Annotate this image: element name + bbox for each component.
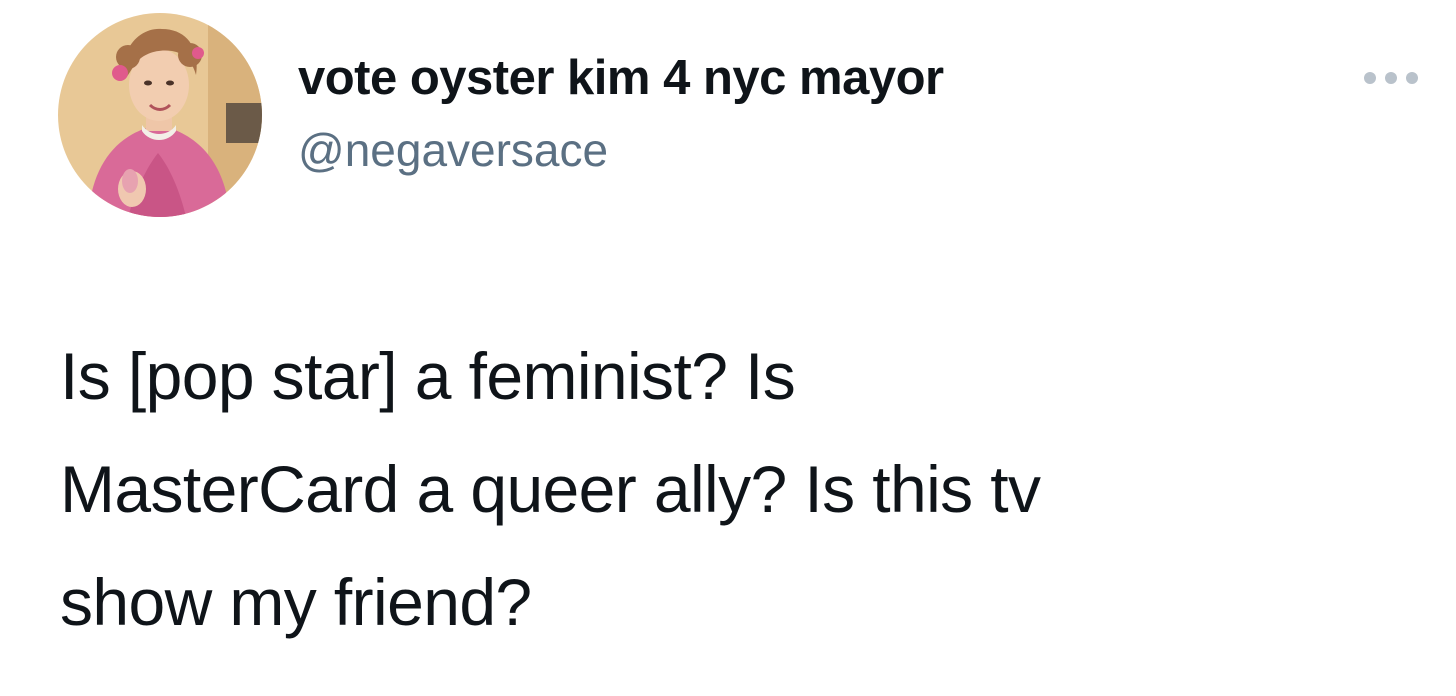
tweet-text: Is [pop star] a feminist? Is MasterCard … bbox=[60, 339, 1041, 639]
more-horizontal-icon bbox=[1364, 72, 1418, 84]
tweet-card: vote oyster kim 4 nyc mayor @negaversace… bbox=[0, 0, 1456, 696]
author-display-name[interactable]: vote oyster kim 4 nyc mayor bbox=[298, 50, 944, 106]
more-options-button[interactable] bbox=[1360, 66, 1422, 90]
author-handle[interactable]: @negaversace bbox=[298, 123, 608, 177]
profile-photo-icon bbox=[58, 13, 262, 217]
author-avatar[interactable] bbox=[58, 13, 262, 217]
